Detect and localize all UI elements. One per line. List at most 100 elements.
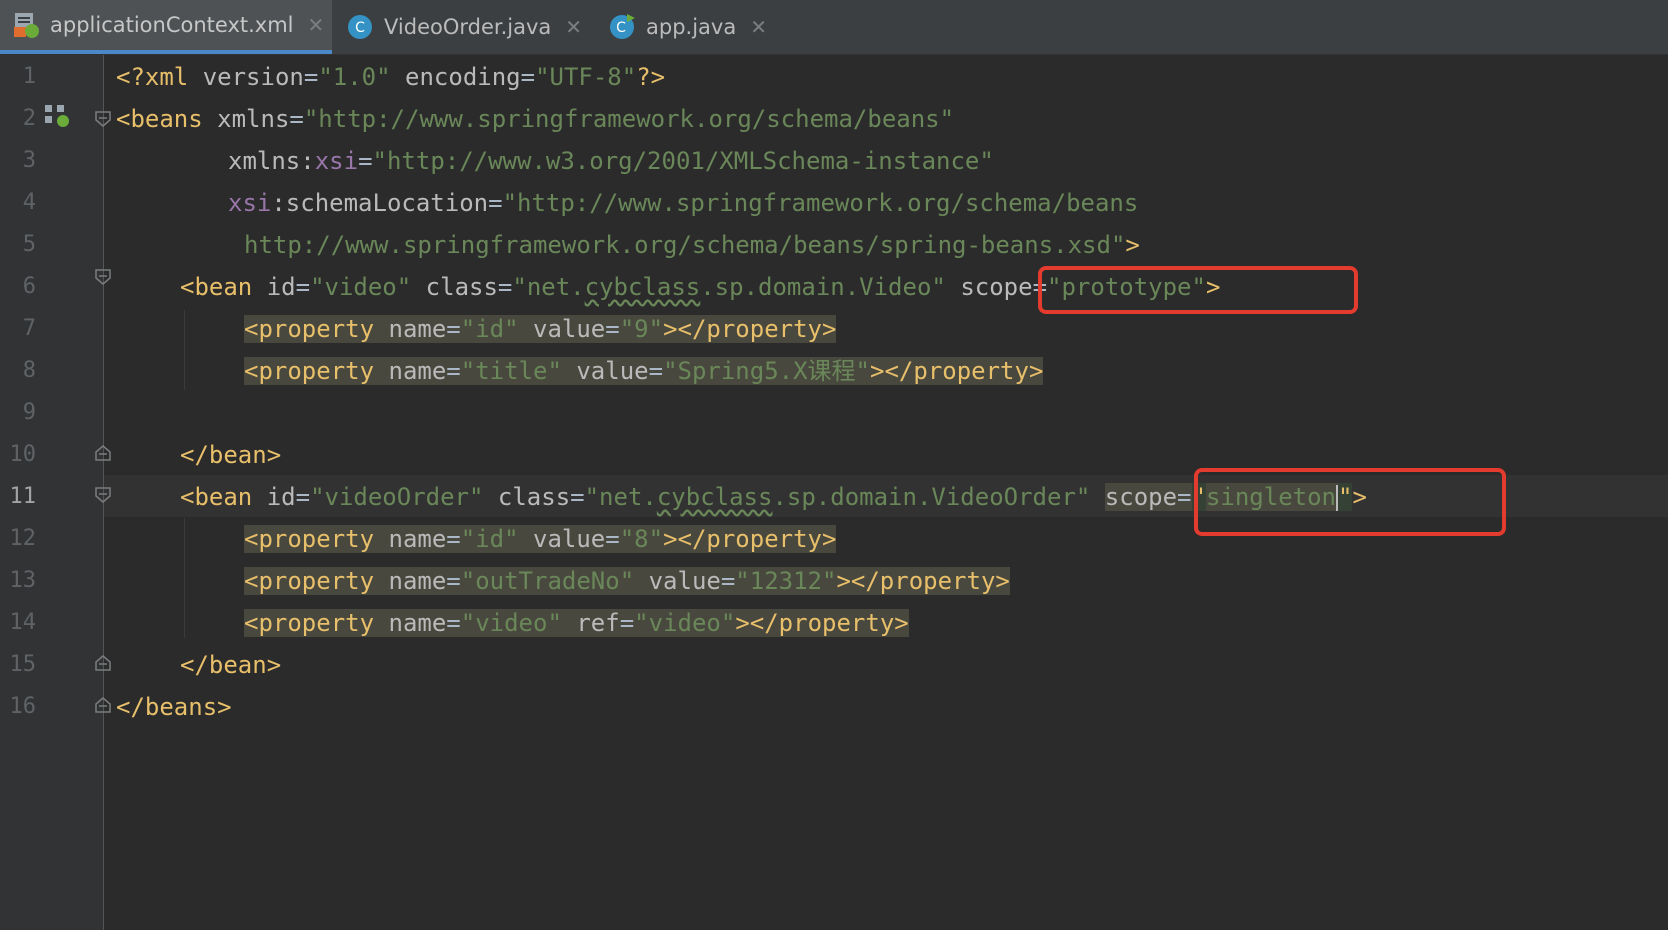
- code-line-15[interactable]: </bean>: [180, 644, 281, 686]
- tag-open: <beans: [116, 105, 218, 133]
- equals: =: [605, 315, 620, 343]
- close-icon[interactable]: ✕: [565, 15, 582, 39]
- xml-spring-file-icon: [12, 11, 40, 39]
- close-icon[interactable]: ✕: [308, 13, 325, 37]
- attr-value: "8": [619, 525, 664, 553]
- attr-name: xmlns:: [228, 147, 315, 175]
- equals: =: [446, 609, 461, 637]
- attr-value: "video": [460, 609, 562, 637]
- attr-value: "id": [460, 315, 519, 343]
- fold-end-icon[interactable]: [94, 696, 112, 714]
- attr-name: value: [648, 567, 721, 595]
- attr-value: "video": [310, 273, 412, 301]
- code-line-7[interactable]: <property name="id" value="9"></property…: [244, 308, 837, 350]
- code-line-2[interactable]: <beans xmlns="http://www.springframework…: [116, 98, 954, 140]
- java-class-icon: C: [346, 13, 374, 41]
- attr-value: "UTF-8": [535, 63, 637, 91]
- tag-open: <property: [244, 567, 389, 595]
- tag-close: </bean>: [180, 651, 282, 679]
- equals: =: [1177, 483, 1192, 511]
- indent-guide: [184, 518, 185, 638]
- line-number: 15: [9, 652, 37, 677]
- line-number: 12: [9, 526, 37, 551]
- equals: =: [289, 105, 304, 133]
- indent-guide: [184, 310, 185, 390]
- tag-close: ></property>: [663, 525, 837, 553]
- tag-close: >: [1125, 231, 1140, 259]
- attr-name: version: [202, 63, 304, 91]
- attr-name: value: [533, 315, 606, 343]
- code-line-12[interactable]: <property name="id" value="8"></property…: [244, 518, 837, 560]
- tag-close: ></property>: [870, 357, 1044, 385]
- attr-name: name: [388, 315, 447, 343]
- fold-end-icon[interactable]: [94, 444, 112, 462]
- code-line-1[interactable]: <?xml version="1.0" encoding="UTF-8"?>: [116, 56, 665, 98]
- tab-label: VideoOrder.java: [384, 15, 552, 39]
- code-line-13[interactable]: <property name="outTradeNo" value="12312…: [244, 560, 1010, 602]
- tag-close: ></property>: [663, 315, 837, 343]
- code-line-8[interactable]: <property name="title" value="Spring5.X课…: [244, 350, 1044, 392]
- equals: =: [520, 63, 536, 91]
- tab-video-order-java[interactable]: C VideoOrder.java ✕: [346, 0, 596, 54]
- attr-value: "http://www.springframework.org/schema/b…: [303, 105, 955, 133]
- fold-collapse-icon[interactable]: [94, 110, 112, 128]
- attr-value: "http://www.w3.org/2001/XMLSchema-instan…: [372, 147, 994, 175]
- xml-decl-close: ?>: [636, 63, 666, 91]
- equals: =: [295, 483, 311, 511]
- tag-close: ></property>: [735, 609, 909, 637]
- equals: =: [446, 315, 461, 343]
- annotation-box-prototype: [1038, 266, 1358, 314]
- attr-value: "net.: [512, 273, 585, 301]
- fold-collapse-icon[interactable]: [94, 486, 112, 504]
- tab-application-context-xml[interactable]: applicationContext.xml ✕: [0, 0, 332, 54]
- line-number: 6: [22, 274, 36, 299]
- tab-label: app.java: [646, 15, 737, 39]
- java-runnable-class-icon: C: [608, 13, 636, 41]
- code-line-11[interactable]: <bean id="videoOrder" class="net.cybclas…: [180, 476, 1367, 518]
- tag-open: <property: [244, 609, 389, 637]
- line-number: 14: [9, 610, 37, 635]
- code-line-3[interactable]: xmlns:xsi="http://www.w3.org/2001/XMLSch…: [228, 140, 994, 182]
- xml-decl-open: <?xml: [116, 63, 203, 91]
- code-line-5[interactable]: http://www.springframework.org/schema/be…: [244, 224, 1140, 266]
- spring-bean-gutter-icon[interactable]: [44, 104, 70, 132]
- tag-open: <bean: [180, 273, 267, 301]
- tag-open: <property: [244, 525, 389, 553]
- svg-text:C: C: [355, 20, 365, 36]
- equals: =: [446, 567, 461, 595]
- scope-attr-name: scope: [960, 273, 1033, 301]
- line-number-current: 11: [9, 484, 37, 509]
- line-number: 16: [9, 694, 37, 719]
- attr-name: class: [425, 273, 498, 301]
- fold-end-icon[interactable]: [94, 654, 112, 672]
- equals: =: [605, 525, 620, 553]
- attr-value: "12312": [735, 567, 837, 595]
- namespace-prefix: xsi: [228, 189, 272, 217]
- scope-attr-name: scope: [1104, 483, 1178, 511]
- code-line-4[interactable]: xsi:schemaLocation="http://www.springfra…: [228, 182, 1138, 224]
- attr-name: name: [388, 567, 447, 595]
- code-line-14[interactable]: <property name="video" ref="video"></pro…: [244, 602, 909, 644]
- fold-collapse-icon[interactable]: [94, 268, 112, 286]
- tab-app-java[interactable]: C app.java ✕: [608, 0, 798, 54]
- attr-value: http://www.springframework.org/schema/be…: [244, 231, 1126, 259]
- attr-value: "id": [460, 525, 519, 553]
- attr-value: .sp.domain.Video": [700, 273, 946, 301]
- equals: =: [358, 147, 373, 175]
- line-number: 9: [22, 400, 36, 425]
- line-number: 13: [9, 568, 37, 593]
- close-icon[interactable]: ✕: [750, 15, 767, 39]
- code-line-16[interactable]: </beans>: [116, 686, 232, 728]
- code-line-10[interactable]: </bean>: [180, 434, 281, 476]
- attr-value: "9": [619, 315, 664, 343]
- attr-name: name: [388, 357, 447, 385]
- line-number: 4: [22, 190, 36, 215]
- attr-name: name: [388, 525, 447, 553]
